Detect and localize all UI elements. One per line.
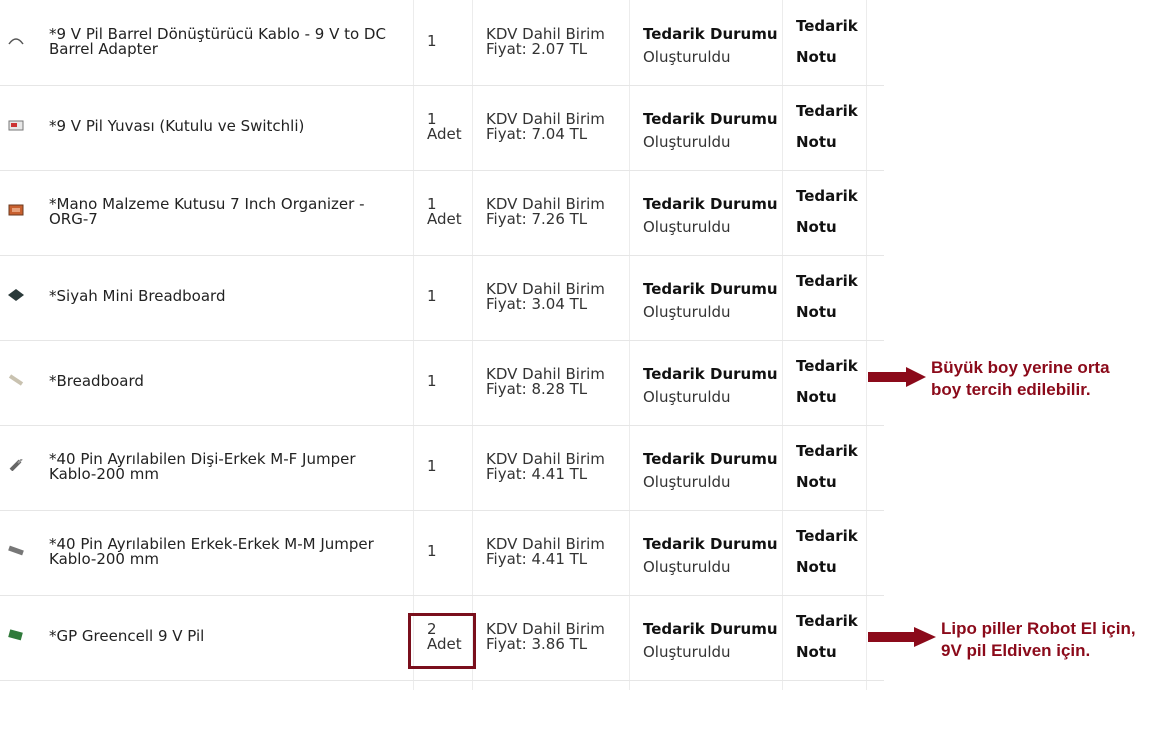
table-row: *40 Pin Ayrılabilen Dişi-Erkek M-F Jumpe… xyxy=(0,425,884,511)
status-value: Oluşturuldu xyxy=(643,473,731,491)
status-title: Tedarik Durumu xyxy=(643,620,778,638)
status-value: Oluşturuldu xyxy=(643,218,731,236)
product-name[interactable]: *40 Pin Ayrılabilen Erkek-Erkek M-M Jump… xyxy=(49,537,405,567)
mini-breadboard-icon xyxy=(8,289,24,301)
barrel-cable-icon xyxy=(8,38,24,45)
status-value: Oluşturuldu xyxy=(643,303,731,321)
note-title-line2: Notu xyxy=(796,558,837,576)
note-title: Tedarik xyxy=(796,612,858,630)
note-title-line2: Notu xyxy=(796,303,837,321)
quantity: 1 xyxy=(427,542,437,560)
table-row: *40 Pin Ayrılabilen Erkek-Erkek M-M Jump… xyxy=(0,510,884,596)
jumper-cable-icon xyxy=(8,545,24,556)
table-row: *Siyah Mini Breadboard 1 KDV Dahil Birim… xyxy=(0,255,884,341)
annotation-line: 9V pil Eldiven için. xyxy=(941,641,1091,660)
status-value: Oluşturuldu xyxy=(643,48,731,66)
table-row: *9 V Pil Barrel Dönüştürücü Kablo - 9 V … xyxy=(0,0,884,86)
unit-price: KDV Dahil Birim Fiyat: 7.26 TL xyxy=(486,195,605,228)
status-title: Tedarik Durumu xyxy=(643,535,778,553)
battery-icon xyxy=(8,629,23,641)
battery-holder-icon xyxy=(8,120,24,131)
note-title: Tedarik xyxy=(796,187,858,205)
status-title: Tedarik Durumu xyxy=(643,450,778,468)
product-name[interactable]: *9 V Pil Yuvası (Kutulu ve Switchli) xyxy=(49,119,405,134)
note-title-line2: Notu xyxy=(796,473,837,491)
unit-price: KDV Dahil Birim Fiyat: 3.04 TL xyxy=(486,280,605,313)
product-name[interactable]: *Mano Malzeme Kutusu 7 Inch Organizer - … xyxy=(49,197,405,227)
status-title: Tedarik Durumu xyxy=(643,25,778,43)
quantity: 1 xyxy=(427,457,437,475)
annotation-arrow-icon xyxy=(868,627,936,647)
table-row: *Breadboard 1 KDV Dahil Birim Fiyat: 8.2… xyxy=(0,340,884,426)
annotation-arrow-icon xyxy=(868,367,926,387)
note-title: Tedarik xyxy=(796,527,858,545)
status-value: Oluşturuldu xyxy=(643,133,731,151)
product-name[interactable]: *Siyah Mini Breadboard xyxy=(49,289,405,304)
table-row: *Mano Malzeme Kutusu 7 Inch Organizer - … xyxy=(0,170,884,256)
note-title-line2: Notu xyxy=(796,133,837,151)
organizer-box-icon xyxy=(8,204,24,216)
table-row: *9 V Pil Yuvası (Kutulu ve Switchli) 1 A… xyxy=(0,85,884,171)
annotation-line: boy tercih edilebilir. xyxy=(931,380,1091,399)
quantity-highlight-box xyxy=(408,613,476,669)
product-name[interactable]: *40 Pin Ayrılabilen Dişi-Erkek M-F Jumpe… xyxy=(49,452,405,482)
annotation-line: Büyük boy yerine orta xyxy=(931,358,1110,377)
status-title: Tedarik Durumu xyxy=(643,365,778,383)
status-title: Tedarik Durumu xyxy=(643,280,778,298)
status-title: Tedarik Durumu xyxy=(643,195,778,213)
note-title: Tedarik xyxy=(796,442,858,460)
note-title-line2: Notu xyxy=(796,48,837,66)
annotation-text: Büyük boy yerine orta boy tercih edilebi… xyxy=(931,357,1110,401)
unit-price: KDV Dahil Birim Fiyat: 4.41 TL xyxy=(486,535,605,568)
annotation-line: Lipo piller Robot El için, xyxy=(941,619,1136,638)
unit-price: KDV Dahil Birim Fiyat: 4.41 TL xyxy=(486,450,605,483)
jumper-cable-icon xyxy=(9,459,23,471)
note-title-line2: Notu xyxy=(796,643,837,661)
product-name[interactable]: *GP Greencell 9 V Pil xyxy=(49,629,405,644)
note-title-line2: Notu xyxy=(796,388,837,406)
product-name[interactable]: *Breadboard xyxy=(49,374,405,389)
quantity: 1 Adet xyxy=(427,195,462,228)
note-title-line2: Notu xyxy=(796,218,837,236)
unit-price: KDV Dahil Birim Fiyat: 2.07 TL xyxy=(486,25,605,58)
status-title: Tedarik Durumu xyxy=(643,110,778,128)
quantity: 1 xyxy=(427,287,437,305)
quantity: 1 Adet xyxy=(427,110,462,143)
status-value: Oluşturuldu xyxy=(643,388,731,406)
status-value: Oluşturuldu xyxy=(643,643,731,661)
note-title: Tedarik xyxy=(796,102,858,120)
breadboard-icon xyxy=(8,374,24,386)
unit-price: KDV Dahil Birim Fiyat: 7.04 TL xyxy=(486,110,605,143)
annotation-text: Lipo piller Robot El için, 9V pil Eldive… xyxy=(941,618,1136,662)
note-title: Tedarik xyxy=(796,17,858,35)
status-value: Oluşturuldu xyxy=(643,558,731,576)
note-title: Tedarik xyxy=(796,357,858,375)
note-title: Tedarik xyxy=(796,272,858,290)
unit-price: KDV Dahil Birim Fiyat: 3.86 TL xyxy=(486,620,605,653)
quantity: 1 xyxy=(427,32,437,50)
quantity: 1 xyxy=(427,372,437,390)
product-name[interactable]: *9 V Pil Barrel Dönüştürücü Kablo - 9 V … xyxy=(49,27,405,57)
unit-price: KDV Dahil Birim Fiyat: 8.28 TL xyxy=(486,365,605,398)
